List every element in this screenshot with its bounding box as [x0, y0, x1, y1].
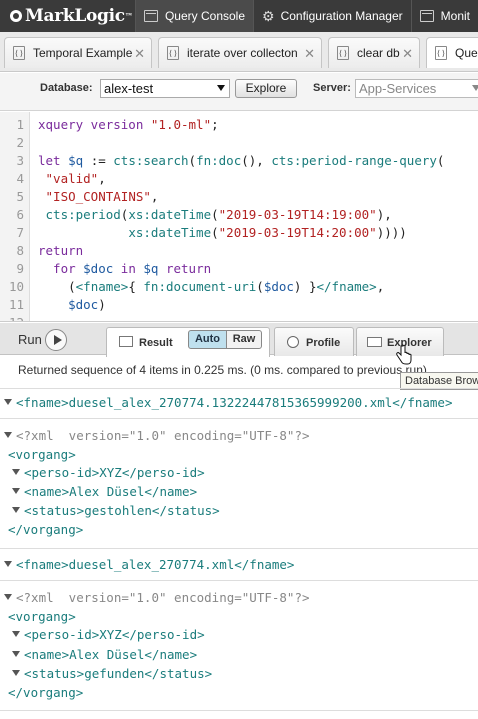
status-text: Returned sequence of 4 items in 0.225 ms…	[18, 363, 427, 377]
logo-mark-icon	[10, 10, 22, 22]
code-line: 2	[16, 135, 24, 150]
query-doc-icon: ⟨⟩	[13, 46, 25, 60]
database-label: Database:	[40, 82, 93, 94]
xml-node-vorgang: <vorgang>	[8, 609, 76, 624]
collapse-triangle-icon[interactable]	[12, 469, 20, 475]
xml-node-perso-id: <perso-id>XYZ</perso-id>	[12, 626, 478, 644]
query-doc-icon: ⟨⟩	[435, 46, 447, 60]
result-separator	[0, 388, 478, 389]
code-editor[interactable]: 1 xquery version "1.0-ml"; 2 3 let $q := c…	[0, 112, 478, 322]
nav-tab-configuration-manager[interactable]: ⚙ Configuration Manager	[253, 0, 411, 32]
tab-result-label: Result	[139, 337, 173, 349]
console-icon	[143, 10, 158, 22]
collapse-triangle-icon[interactable]	[4, 399, 12, 405]
xml-node-name: <name>Alex Düsel</name>	[12, 483, 478, 501]
code-line: 6 cts:period(xs:dateTime("2019-03-19T14:…	[16, 207, 392, 222]
result-icon	[119, 336, 133, 347]
xml-node-vorgang-close: </vorgang>	[8, 685, 84, 700]
nav-tab-label: Query Console	[164, 9, 246, 23]
query-tab-label: clear db	[357, 46, 400, 60]
query-tab-iterate-over-collecton[interactable]: ⟨⟩ iterate over collecton ✕	[158, 37, 322, 68]
query-tab-label: Temporal Example	[33, 46, 133, 60]
code-line: 5 "ISO_CONTAINS",	[16, 189, 159, 204]
xml-node-perso-id: <perso-id>XYZ</perso-id>	[12, 464, 478, 482]
xml-node-name: <name>Alex Düsel</name>	[12, 646, 478, 664]
dropdown-arrow-icon	[217, 85, 225, 91]
tab-profile[interactable]: Profile	[274, 327, 354, 356]
query-doc-icon: ⟨⟩	[337, 46, 349, 60]
clock-icon	[287, 336, 299, 348]
xml-declaration: <?xml version="1.0" encoding="UTF-8"?>	[4, 589, 478, 607]
code-line: 9 for $doc in $q return	[16, 261, 212, 276]
query-doc-icon: ⟨⟩	[167, 46, 179, 60]
result-separator	[0, 548, 478, 549]
auto-toggle[interactable]: Auto	[188, 330, 227, 349]
result-item-fname: <fname>duesel_alex_270774.xml</fname>	[4, 556, 478, 574]
nav-tab-label: Configuration Manager	[280, 9, 403, 23]
database-select-value: alex-test	[104, 81, 154, 96]
run-play-button[interactable]	[45, 329, 67, 351]
collapse-triangle-icon[interactable]	[4, 561, 12, 567]
collapse-triangle-icon[interactable]	[12, 651, 20, 657]
close-icon[interactable]: ✕	[304, 46, 315, 62]
explorer-icon	[367, 337, 382, 347]
collapse-triangle-icon[interactable]	[12, 631, 20, 637]
collapse-triangle-icon[interactable]	[4, 432, 12, 438]
query-tabs-bar: ⟨⟩ Temporal Example ✕ ⟨⟩ iterate over co…	[0, 32, 478, 72]
code-line: 4 "valid",	[16, 171, 106, 186]
server-select[interactable]: App-Services	[355, 79, 478, 98]
server-label: Server:	[313, 82, 351, 94]
gear-icon: ⚙	[262, 7, 275, 24]
dropdown-arrow-icon	[472, 85, 478, 91]
code-line: 8 return	[16, 243, 84, 258]
xml-declaration: <?xml version="1.0" encoding="UTF-8"?>	[4, 427, 478, 445]
xml-node-vorgang: <vorgang>	[8, 447, 76, 462]
explore-button[interactable]: Explore	[235, 79, 297, 98]
xml-node-status: <status>gefunden</status>	[12, 665, 478, 683]
query-tab-label: iterate over collecton	[187, 46, 298, 60]
marklogic-logo[interactable]: MarkLogic ™	[0, 0, 135, 32]
result-separator	[0, 580, 478, 581]
code-line: 1 xquery version "1.0-ml";	[16, 117, 219, 132]
collapse-triangle-icon[interactable]	[4, 594, 12, 600]
run-label[interactable]: Run	[18, 332, 42, 347]
query-tab-clear-db[interactable]: ⟨⟩ clear db ✕	[328, 37, 420, 68]
nav-tab-query-console[interactable]: Query Console	[134, 0, 254, 32]
result-item-fname: <fname>duesel_alex_270774.13222447815365…	[4, 394, 478, 412]
server-select-value: App-Services	[359, 81, 437, 96]
nav-tab-label: Monit	[440, 9, 470, 23]
top-nav: MarkLogic ™ Query Console ⚙ Configuration…	[0, 0, 478, 32]
database-select[interactable]: alex-test	[100, 79, 230, 98]
xml-node-status: <status>gestohlen</status>	[12, 502, 478, 520]
close-icon[interactable]: ✕	[402, 46, 413, 62]
tab-profile-label: Profile	[306, 337, 341, 349]
result-separator	[0, 710, 478, 711]
nav-tab-monitoring[interactable]: Monit	[410, 0, 478, 32]
monitor-icon	[419, 10, 434, 22]
result-separator	[0, 418, 478, 419]
query-tab-label: Quer	[455, 46, 478, 60]
code-line: 10 (<fname>{ fn:document-uri($doc) }</fn…	[8, 279, 385, 294]
close-icon[interactable]: ✕	[134, 46, 145, 62]
query-tab-temporal-example[interactable]: ⟨⟩ Temporal Example ✕	[4, 37, 152, 68]
hand-cursor-icon	[396, 345, 412, 365]
result-fname-text: <fname>duesel_alex_270774.13222447815365…	[16, 395, 453, 410]
query-tab-current[interactable]: ⟨⟩ Quer	[426, 37, 478, 68]
raw-toggle[interactable]: Raw	[226, 330, 262, 349]
collapse-triangle-icon[interactable]	[12, 488, 20, 494]
collapse-triangle-icon[interactable]	[12, 507, 20, 513]
code-line: 3 let $q := cts:search(fn:doc(), cts:peri…	[16, 153, 445, 168]
xml-node-vorgang-close: </vorgang>	[8, 522, 84, 537]
logo-text: MarkLogic	[25, 6, 125, 26]
collapse-triangle-icon[interactable]	[12, 670, 20, 676]
code-line: 7 xs:dateTime("2019-03-19T14:20:00"))))	[16, 225, 407, 240]
code-line: 11 $doc)	[8, 297, 106, 312]
code-line: 12	[0, 314, 478, 321]
result-fname-text: <fname>duesel_alex_270774.xml</fname>	[16, 557, 295, 572]
